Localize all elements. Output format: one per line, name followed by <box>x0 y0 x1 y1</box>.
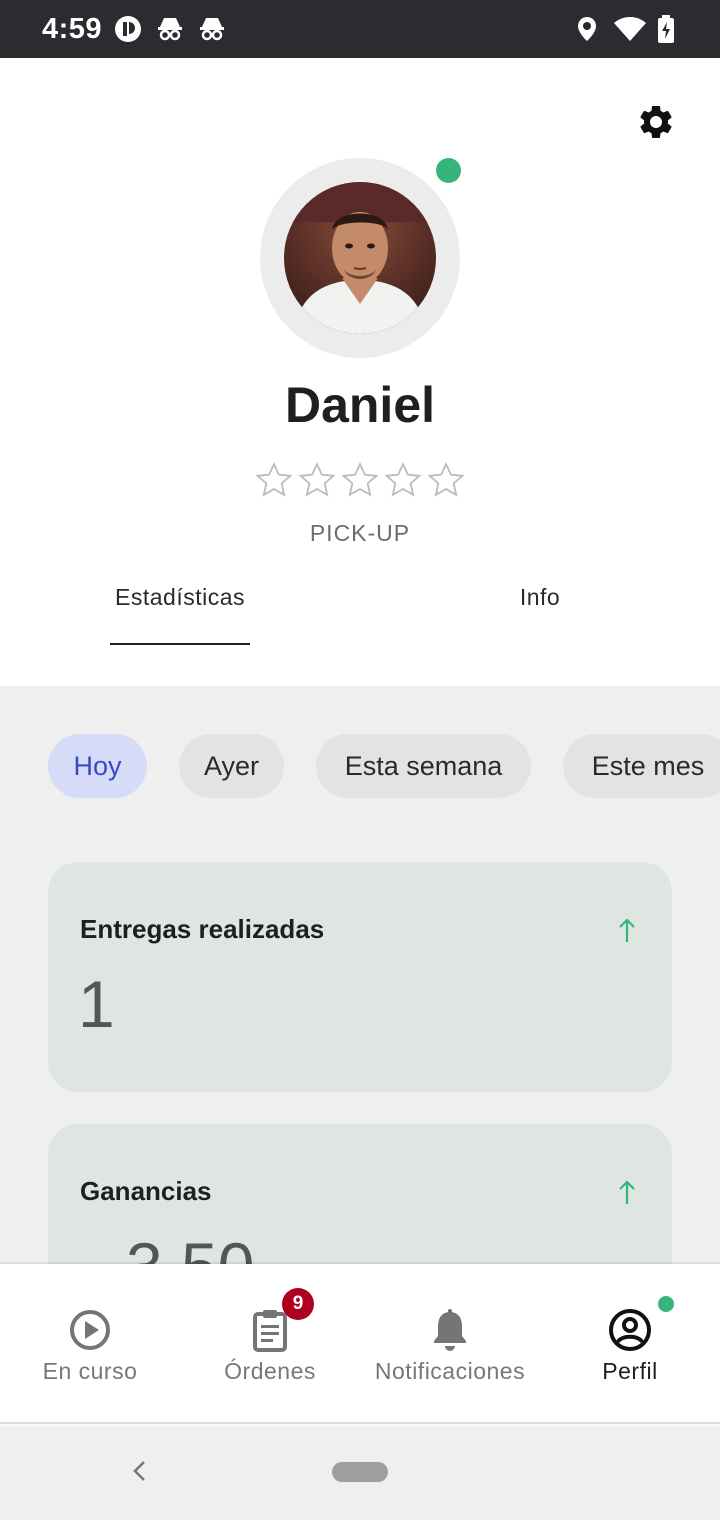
stat-card-value: 3.50 <box>126 1228 254 1264</box>
profile-name: Daniel <box>284 377 436 433</box>
bell-icon <box>434 1309 466 1351</box>
wifi-icon <box>614 17 646 41</box>
profile-status-dot <box>658 1296 674 1312</box>
settings-button[interactable] <box>634 100 678 144</box>
avatar-photo <box>284 182 436 334</box>
profile-role: PICK-UP <box>309 520 411 546</box>
status-time: 4:59 <box>42 13 103 45</box>
statistics-content[interactable]: Hoy Ayer Esta semana Este mes Entregas r… <box>0 686 720 1264</box>
back-chevron-icon[interactable] <box>124 1454 154 1488</box>
orders-badge: 9 <box>282 1288 314 1320</box>
filter-chip-este-mes[interactable]: Este mes <box>563 734 720 798</box>
system-navigation-bar <box>0 1426 720 1520</box>
online-status-indicator <box>436 158 461 183</box>
stat-card-entregas: Entregas realizadas 1 <box>48 862 672 1092</box>
incognito-icon-2 <box>200 18 224 41</box>
gear-icon <box>640 105 672 138</box>
nav-item-perfil[interactable]: Perfil <box>540 1264 720 1424</box>
location-icon <box>578 17 596 41</box>
tab-info[interactable]: Info <box>480 584 600 611</box>
app-notification-icon <box>115 16 141 42</box>
nav-label: Órdenes <box>224 1358 316 1384</box>
bottom-navigation: En curso 9 Órdenes Notificaciones Perfil <box>0 1264 720 1424</box>
stat-card-title: Entregas realizadas <box>80 914 325 944</box>
star-outline-icon <box>384 461 422 497</box>
rating-stars <box>254 458 466 504</box>
filter-chip-ayer[interactable]: Ayer <box>179 734 284 798</box>
filter-chip-esta-semana[interactable]: Esta semana <box>316 734 531 798</box>
filter-chip-hoy[interactable]: Hoy <box>48 734 147 798</box>
star-outline-icon <box>298 461 336 497</box>
play-circle-icon <box>70 1310 110 1350</box>
status-bar: 4:59 <box>0 0 720 58</box>
stat-card-ganancias: Ganancias 3.50 <box>48 1124 672 1264</box>
star-outline-icon <box>427 461 465 497</box>
nav-label: Notificaciones <box>374 1358 526 1384</box>
avatar[interactable] <box>284 182 436 334</box>
nav-item-en-curso[interactable]: En curso <box>0 1264 180 1424</box>
battery-charging-icon <box>658 15 674 43</box>
tab-indicator <box>110 643 250 645</box>
incognito-icon <box>158 18 182 41</box>
nav-item-notificaciones[interactable]: Notificaciones <box>360 1264 540 1424</box>
nav-label: Perfil <box>602 1358 658 1384</box>
nav-label: En curso <box>42 1358 138 1384</box>
account-circle-icon <box>609 1309 651 1351</box>
star-outline-icon <box>255 461 293 497</box>
arrow-up-icon <box>619 1180 635 1204</box>
star-outline-icon <box>341 461 379 497</box>
home-pill[interactable] <box>332 1462 388 1482</box>
stat-card-value: 1 <box>78 967 115 1041</box>
stat-card-title: Ganancias <box>80 1176 212 1206</box>
tab-estadisticas[interactable]: Estadísticas <box>110 584 250 611</box>
arrow-up-icon <box>619 918 635 942</box>
nav-item-ordenes[interactable]: 9 Órdenes <box>180 1264 360 1424</box>
